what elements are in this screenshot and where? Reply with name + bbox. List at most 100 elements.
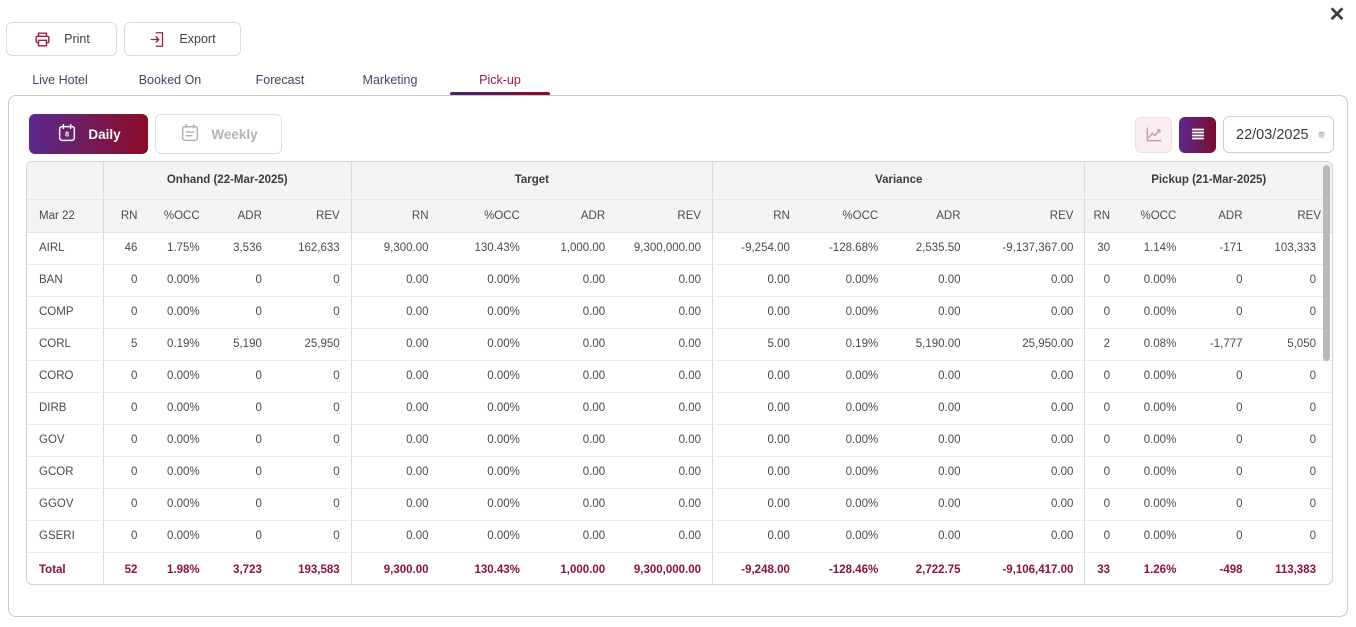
table-cell: 0 (1187, 488, 1253, 520)
table-cell: 0.00 (889, 520, 971, 552)
daily-toggle-button[interactable]: 8 Daily (29, 114, 148, 154)
table-cell: 0.00% (801, 296, 889, 328)
weekly-calendar-icon (179, 122, 201, 147)
table-cell: 0.00% (440, 488, 531, 520)
column-header: ADR (211, 199, 273, 232)
table-cell: 0.00% (440, 264, 531, 296)
table-row: GSERI00.00%000.000.00%0.000.000.000.00%0… (27, 520, 1332, 552)
table-cell: 0 (1085, 424, 1121, 456)
table-cell: 0.00% (148, 360, 210, 392)
tab-live-hotel[interactable]: Live Hotel (5, 64, 115, 95)
table-cell: 9,300.00 (351, 232, 439, 264)
column-header: REV (972, 199, 1085, 232)
table-cell: 0 (211, 456, 273, 488)
weekly-toggle-button[interactable]: Weekly (155, 114, 282, 154)
table-cell: 25,950.00 (972, 328, 1085, 360)
table-cell: 0 (103, 424, 148, 456)
table-cell: 5,190.00 (889, 328, 971, 360)
table-cell: 2 (1085, 328, 1121, 360)
table-cell: 0.00% (801, 456, 889, 488)
table-cell: 0.00 (351, 520, 439, 552)
tab-pickup[interactable]: Pick-up (445, 64, 555, 95)
table-cell: 0 (103, 392, 148, 424)
column-header: RN (1085, 199, 1121, 232)
tab-marketing[interactable]: Marketing (335, 64, 445, 95)
group-header-onhand: Onhand (22-Mar-2025) (103, 162, 351, 199)
table-cell: 0.00 (713, 296, 801, 328)
table-cell: 162,633 (273, 232, 351, 264)
table-cell: 0.00 (616, 456, 712, 488)
row-label: GSERI (27, 520, 103, 552)
row-label: GOV (27, 424, 103, 456)
table-cell: 5,050 (1254, 328, 1332, 360)
table-cell: 0.00 (351, 360, 439, 392)
table-cell: 0 (1254, 360, 1332, 392)
table-cell: 25,950 (273, 328, 351, 360)
table-row: COMP00.00%000.000.00%0.000.000.000.00%0.… (27, 296, 1332, 328)
table-cell: 0.00 (889, 488, 971, 520)
table-cell: 0 (1187, 456, 1253, 488)
tab-booked-on[interactable]: Booked On (115, 64, 225, 95)
table-cell: 0 (273, 360, 351, 392)
export-label: Export (179, 32, 215, 46)
table-cell: 0 (273, 392, 351, 424)
table-cell: 0.00 (351, 264, 439, 296)
vertical-scrollbar[interactable] (1323, 165, 1330, 361)
table-cell: 0 (273, 296, 351, 328)
column-header: RN (351, 199, 439, 232)
row-label: BAN (27, 264, 103, 296)
row-label: GCOR (27, 456, 103, 488)
table-cell: 0 (1187, 264, 1253, 296)
table-cell: 0 (103, 520, 148, 552)
table-cell: 0 (1187, 392, 1253, 424)
table-cell: 0.00 (616, 488, 712, 520)
export-button[interactable]: Export (124, 22, 241, 56)
tab-bar: Live Hotel Booked On Forecast Marketing … (5, 64, 555, 95)
table-cell: 2,535.50 (889, 232, 971, 264)
close-icon[interactable]: ✕ (1324, 2, 1350, 28)
table-cell: 0.00% (440, 456, 531, 488)
table-cell: 3,723 (211, 552, 273, 585)
tab-forecast[interactable]: Forecast (225, 64, 335, 95)
table-cell: 0.00% (148, 488, 210, 520)
date-input[interactable] (1236, 127, 1318, 143)
table-cell: 0.00% (1121, 424, 1187, 456)
table-cell: 0 (211, 392, 273, 424)
table-cell: 0.00 (889, 360, 971, 392)
corner-cell (27, 162, 103, 199)
group-header-pickup: Pickup (21-Mar-2025) (1085, 162, 1332, 199)
table-cell: 0 (1085, 360, 1121, 392)
table-view-button[interactable] (1179, 117, 1216, 153)
table-cell: 5 (103, 328, 148, 360)
chart-view-button[interactable] (1135, 117, 1172, 153)
table-cell: 5,190 (211, 328, 273, 360)
table-cell: 0.00 (531, 296, 616, 328)
group-header-row: Onhand (22-Mar-2025) Target Variance Pic… (27, 162, 1332, 199)
calendar-icon (1318, 126, 1325, 143)
pickup-report-window: { "window": { "close_label": "✕" }, "too… (0, 0, 1356, 627)
table-cell: 0.00 (972, 488, 1085, 520)
table-cell: 113,383 (1254, 552, 1332, 585)
table-cell: -1,777 (1187, 328, 1253, 360)
pickup-panel: 8 Daily Weekly (8, 95, 1348, 617)
table-cell: 0.19% (148, 328, 210, 360)
table-cell: 0 (211, 360, 273, 392)
table-cell: 0.00 (531, 424, 616, 456)
table-cell: 0.00 (713, 488, 801, 520)
table-cell: 130.43% (440, 552, 531, 585)
table-cell: 0 (103, 264, 148, 296)
chart-line-icon (1144, 124, 1164, 147)
column-header-row: Mar 22 RN%OCCADRREVRN%OCCADRREVRN%OCCADR… (27, 199, 1332, 232)
column-header: RN (713, 199, 801, 232)
daily-label: Daily (88, 127, 120, 142)
table-cell: 0 (1254, 296, 1332, 328)
table-cell: 0.00% (148, 456, 210, 488)
column-header: ADR (531, 199, 616, 232)
row-label: DIRB (27, 392, 103, 424)
table-cell: 0.00 (713, 392, 801, 424)
table-cell: 0 (1254, 392, 1332, 424)
date-picker-field (1223, 116, 1334, 153)
table-row: CORL50.19%5,19025,9500.000.00%0.000.005.… (27, 328, 1332, 360)
table-cell: 0.00% (801, 520, 889, 552)
print-button[interactable]: Print (6, 22, 117, 56)
